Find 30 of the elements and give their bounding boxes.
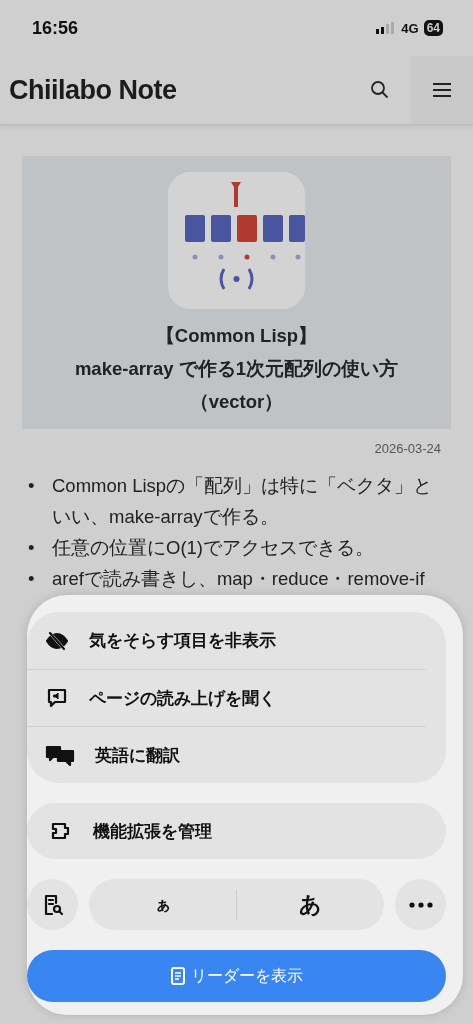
smaller-text-button[interactable]: ぁ [89,879,236,930]
article-title: 【Common Lisp】 make-array で作る1次元配列の使い方 （vector） [74,324,399,414]
bullet-marker: • [28,536,36,560]
signal-icon [376,22,397,34]
bullet-marker: • [28,567,36,591]
bullet-text: Common Lispの「配列」は特に「ベクタ」といい、make-arrayで作る。 [52,474,434,529]
extensions-button[interactable]: 機能拡張を管理 [27,803,446,859]
more-icon [408,901,433,908]
site-title[interactable]: Chiilabo Note [0,74,349,106]
page-search-button[interactable] [27,879,78,930]
array-logo-icon [168,172,305,309]
menu-item[interactable]: 英語に翻訳 [27,726,426,783]
status-time: 16:56 [32,17,79,39]
more-button[interactable] [395,879,446,930]
search-icon [370,80,390,100]
menu-button[interactable] [411,56,473,124]
larger-text-button[interactable]: あ [237,879,384,930]
bullet-marker: • [28,474,36,498]
reader-button[interactable]: リーダーを表示 [27,950,446,1002]
post-date: 2026-03-24 [373,441,441,456]
bullet-text: 任意の位置にO(1)でアクセスできる。 [52,536,375,560]
bullet-text: arefで読み書きし、map・reduce・remove-if [52,567,426,591]
document-icon [170,967,185,985]
menu-item[interactable]: ページの読み上げを聞く [27,669,426,726]
menu-icon [432,82,452,98]
battery-level: 64 [423,20,443,36]
menu-item[interactable]: 気をそらす項目を非表示 [27,612,426,669]
network-label: 4G [401,20,419,36]
speech-bubble-speaker-icon [45,686,69,710]
translate-bubbles-icon [45,743,75,767]
